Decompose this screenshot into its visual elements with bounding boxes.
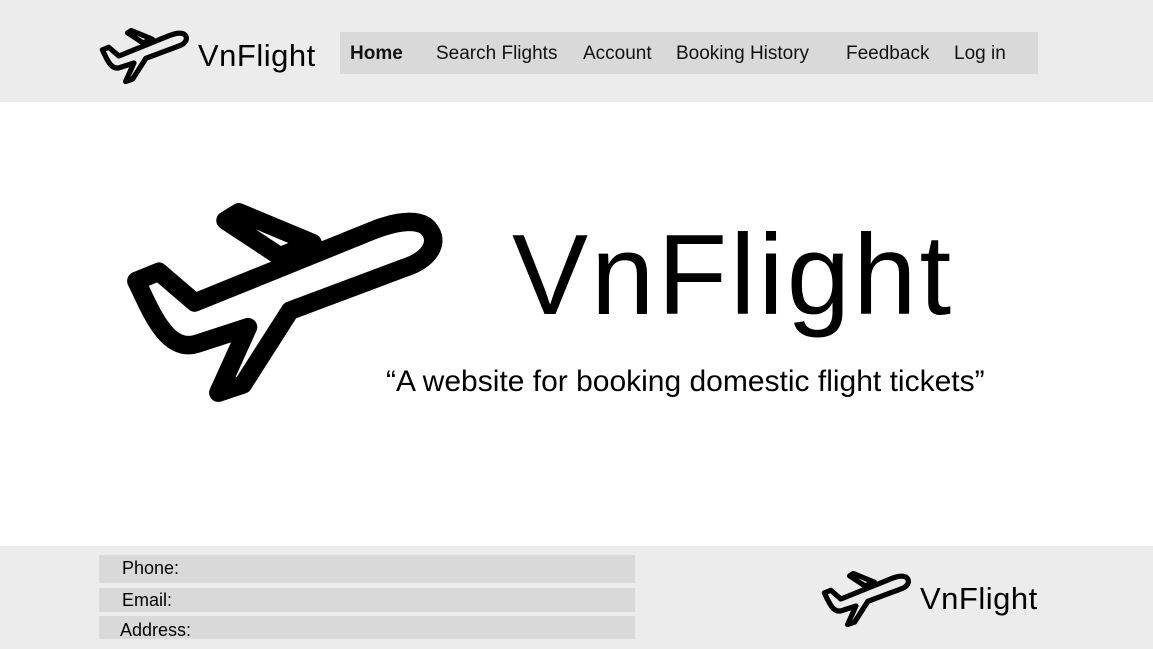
address-label: Address: xyxy=(120,620,192,640)
airplane-icon xyxy=(820,570,914,628)
nav-home[interactable]: Home xyxy=(350,32,403,74)
phone-label: Phone: xyxy=(122,558,180,578)
nav-log-in[interactable]: Log in xyxy=(954,32,1006,74)
airplane-icon xyxy=(98,27,192,85)
site-header: VnFlight Home Search Flights Account Boo… xyxy=(0,0,1153,102)
header-logo[interactable]: VnFlight xyxy=(98,26,320,86)
footer-email-field: Email: xyxy=(99,588,635,612)
hero-tagline: “A website for booking domestic flight t… xyxy=(386,365,985,398)
footer-logo[interactable]: VnFlight xyxy=(820,569,1042,629)
brand-name: VnFlight xyxy=(920,581,1038,616)
hero-title: VnFlight xyxy=(512,212,955,339)
nav-search-flights[interactable]: Search Flights xyxy=(436,32,557,74)
brand-name: VnFlight xyxy=(198,38,316,73)
email-label: Email: xyxy=(122,590,173,610)
nav-booking-history[interactable]: Booking History xyxy=(676,32,809,74)
footer-address-field: Address: xyxy=(99,616,635,640)
nav-feedback[interactable]: Feedback xyxy=(846,32,929,74)
nav-account[interactable]: Account xyxy=(583,32,652,74)
main-nav: Home Search Flights Account Booking Hist… xyxy=(340,32,1038,74)
footer-phone-field: Phone: xyxy=(99,555,635,583)
